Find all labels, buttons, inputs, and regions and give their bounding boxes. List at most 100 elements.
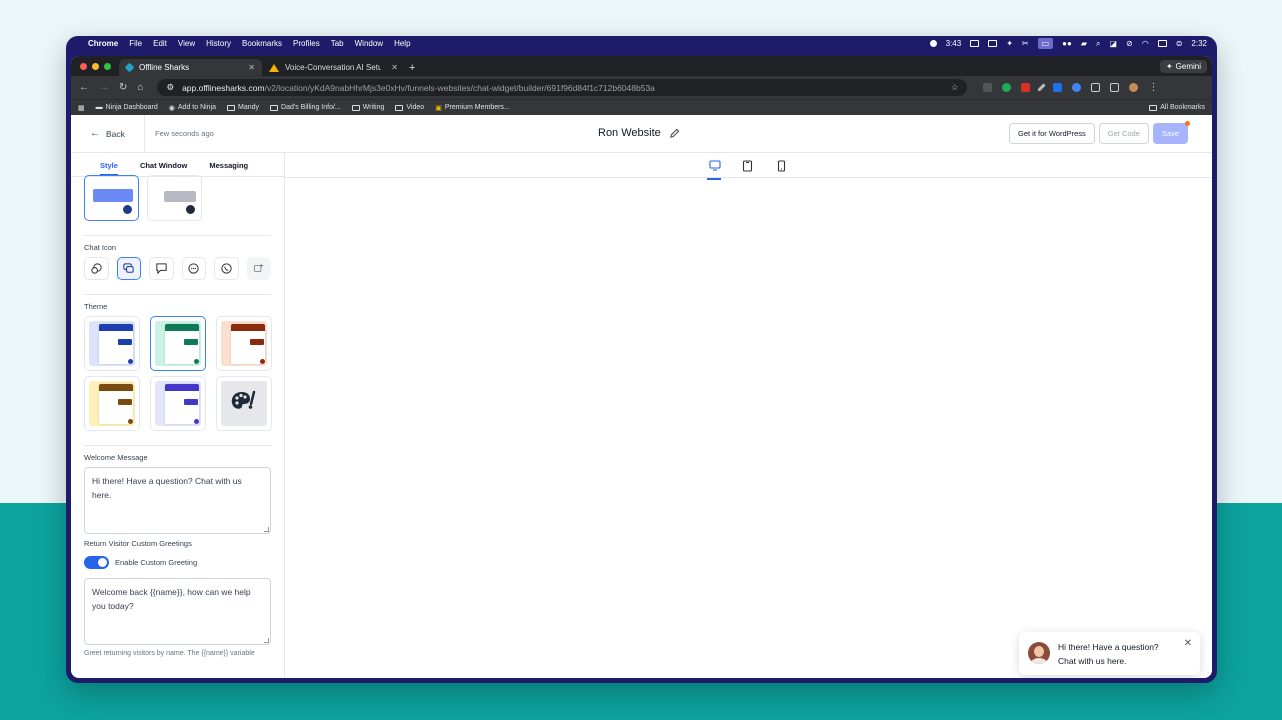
close-tab-icon[interactable]: ✕: [248, 63, 255, 72]
bookmark-add-to-ninja[interactable]: ◉ Add to Ninja: [169, 104, 216, 112]
theme-custom[interactable]: [216, 376, 272, 431]
chat-icon-option-3[interactable]: [149, 257, 174, 280]
status-icon[interactable]: [970, 40, 980, 47]
theme-option-1[interactable]: [84, 316, 140, 371]
pen-extension-icon[interactable]: [1037, 83, 1047, 92]
home-icon[interactable]: ⌂: [137, 82, 143, 93]
theme-option-2[interactable]: [150, 316, 206, 371]
search-icon[interactable]: ⌕: [1096, 39, 1100, 49]
extension-icon[interactable]: [1072, 83, 1082, 92]
menu-file[interactable]: File: [129, 39, 142, 48]
menu-bookmarks[interactable]: Bookmarks: [242, 39, 282, 48]
bookmark-writing[interactable]: Writing: [351, 104, 384, 111]
bookmark-label: Mandy: [238, 104, 260, 111]
more-menu-icon[interactable]: ⋮: [1148, 83, 1158, 93]
menu-chrome[interactable]: Chrome: [88, 39, 118, 48]
dropbox-icon[interactable]: ✦: [1006, 39, 1013, 48]
desktop-view-button[interactable]: [707, 159, 721, 180]
reload-icon[interactable]: ↻: [119, 82, 127, 93]
close-bubble-icon[interactable]: ✕: [1184, 638, 1192, 649]
resize-handle-icon[interactable]: [264, 638, 269, 643]
extension-icon[interactable]: [983, 83, 993, 92]
tab-chat-window[interactable]: Chat Window: [140, 153, 187, 176]
welcome-message-input[interactable]: Hi there! Have a question? Chat with us …: [84, 467, 271, 534]
saved-status: Few seconds ago: [155, 129, 214, 138]
close-tab-icon[interactable]: ✕: [391, 63, 398, 72]
theme-option-3[interactable]: [216, 316, 272, 371]
get-wordpress-button[interactable]: Get it for WordPress: [1008, 123, 1095, 144]
bookmark-premium-members[interactable]: ▣ Premium Members...: [435, 104, 510, 112]
save-button[interactable]: Save: [1152, 121, 1190, 144]
site-info-icon[interactable]: ⚙: [166, 82, 174, 93]
chat-icon-option-1[interactable]: [84, 257, 109, 280]
menu-edit[interactable]: Edit: [153, 39, 167, 48]
bookmark-billing[interactable]: Dad's Billing Info/...: [270, 104, 341, 111]
mobile-view-button[interactable]: [775, 159, 788, 172]
status-icon[interactable]: [929, 40, 937, 47]
chat-icon-option-4[interactable]: [181, 257, 206, 280]
tab-voice-ai[interactable]: Voice-Conversation AI Setup ✕: [262, 59, 405, 76]
control-center-icon[interactable]: ⊜: [1176, 39, 1183, 48]
menu-profiles[interactable]: Profiles: [293, 39, 320, 48]
status-icon[interactable]: ◪: [1109, 39, 1117, 48]
extension-icon[interactable]: [1002, 83, 1012, 92]
sidepanel-icon[interactable]: [1110, 83, 1120, 92]
plus-icon: +: [409, 61, 416, 74]
screen-icon[interactable]: ▭: [1037, 38, 1054, 49]
new-tab-button[interactable]: +: [405, 59, 425, 76]
puzzle-icon[interactable]: [1091, 83, 1101, 92]
resize-handle-icon[interactable]: [264, 527, 269, 532]
clock[interactable]: 2:32: [1191, 39, 1207, 48]
bookmark-mandy[interactable]: Mandy: [227, 104, 259, 111]
calendar-extension-icon[interactable]: [1021, 83, 1031, 92]
all-bookmarks[interactable]: All Bookmarks: [1149, 104, 1205, 111]
dots-icon[interactable]: ●●: [1062, 39, 1072, 48]
message-square-icon: [156, 263, 167, 275]
shark-favicon-icon: [124, 62, 135, 73]
tab-messaging[interactable]: Messaging: [209, 153, 248, 176]
menu-tab[interactable]: Tab: [331, 39, 344, 48]
menu-window[interactable]: Window: [355, 39, 383, 48]
chat-icon-option-2[interactable]: [116, 257, 141, 280]
minimize-window-button[interactable]: [92, 63, 99, 70]
favicon-icon: ▣: [435, 104, 442, 112]
edit-pencil-icon[interactable]: [669, 128, 680, 139]
get-code-button[interactable]: Get Code: [1098, 123, 1149, 144]
return-greeting-input[interactable]: Welcome back {{name}}, how can we help y…: [84, 578, 271, 645]
menu-view[interactable]: View: [178, 39, 195, 48]
menu-history[interactable]: History: [206, 39, 231, 48]
upload-custom-icon-button[interactable]: [246, 257, 271, 280]
chat-greeting-bubble[interactable]: Hi there! Have a question? Chat with us …: [1019, 632, 1200, 675]
timer-readout[interactable]: 3:43: [946, 39, 962, 48]
tab-offline-sharks[interactable]: Offline Sharks ✕: [119, 59, 262, 76]
layout-option-1[interactable]: [84, 175, 139, 221]
custom-greeting-toggle[interactable]: [84, 556, 109, 569]
profile-avatar[interactable]: [1129, 83, 1139, 92]
custom-greeting-toggle-row: Enable Custom Greeting: [84, 556, 271, 569]
battery-icon[interactable]: [1157, 40, 1167, 47]
status-icon[interactable]: ✂: [1022, 39, 1029, 48]
layout-option-2[interactable]: [147, 175, 202, 221]
gemini-button[interactable]: ✦ Gemini: [1159, 60, 1207, 73]
bookmark-star-icon[interactable]: ☆: [951, 82, 959, 93]
menu-help[interactable]: Help: [394, 39, 410, 48]
chat-icon-option-5[interactable]: [214, 257, 239, 280]
theme-option-5[interactable]: [150, 376, 206, 431]
tablet-view-button[interactable]: [741, 159, 754, 172]
extension-icon[interactable]: [1053, 83, 1063, 92]
apps-grid-icon[interactable]: ▦: [78, 104, 85, 112]
maximize-window-button[interactable]: [104, 63, 111, 70]
back-arrow-icon[interactable]: ←: [79, 82, 89, 93]
chat-status-icon[interactable]: ▰: [1081, 39, 1087, 48]
status-icon[interactable]: [988, 40, 998, 47]
wifi-icon[interactable]: ◠: [1142, 39, 1149, 48]
close-window-button[interactable]: [80, 63, 87, 70]
address-bar[interactable]: ⚙ app.offlinesharks.com/v2/location/yKdA…: [157, 79, 968, 96]
bookmark-video[interactable]: Video: [395, 104, 424, 111]
theme-option-4[interactable]: [84, 376, 140, 431]
tab-style[interactable]: Style: [100, 153, 118, 176]
status-icon[interactable]: ⊘: [1126, 39, 1133, 48]
forward-arrow-icon[interactable]: →: [99, 82, 109, 93]
back-button[interactable]: ← Back: [71, 114, 145, 153]
bookmark-ninja-dashboard[interactable]: ▬ Ninja Dashboard: [96, 104, 158, 111]
